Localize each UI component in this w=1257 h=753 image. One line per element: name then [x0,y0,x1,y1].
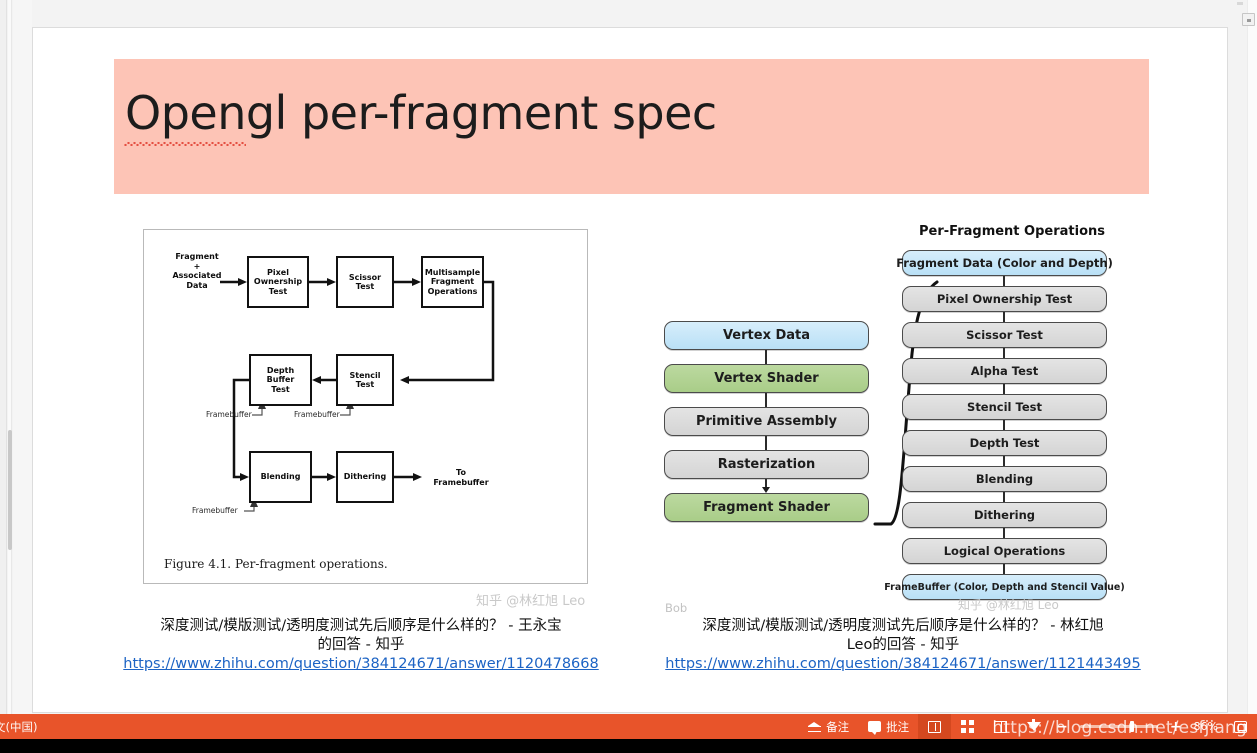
task-pane-toggle-button[interactable] [1242,13,1255,26]
right-stage-dithering: Dithering [902,502,1107,528]
right-pane-rail [1247,0,1257,722]
right-connector-8 [1003,528,1005,538]
right-pipeline-title: Per-Fragment Operations [919,224,1105,239]
language-indicator[interactable]: 文(中国) [0,719,37,735]
view-normal-button[interactable] [918,714,952,739]
notes-button[interactable]: 备注 [798,714,858,739]
right-stage-logical-operations: Logical Operations [902,538,1107,564]
slide-canvas[interactable]: Opengl per-fragment spec Fragment + Associ… [32,27,1228,713]
right-pane-tick [1237,2,1243,5]
fit-to-window-icon [1233,719,1248,734]
comment-icon [867,719,882,735]
right-connector-2 [1003,312,1005,322]
middle-stage-fragment-shader: Fragment Shader [664,493,869,522]
left-caption-line-2: 的回答 - 知乎 [317,636,405,653]
middle-pipeline: Vertex Data Vertex Shader Primitive Asse… [664,321,874,561]
right-caption-block: 深度测试/模版测试/透明度测试先后顺序是什么样的？ - 林红旭 Leo的回答 -… [653,617,1153,676]
right-pipeline: Fragment Data (Color and Depth) Pixel Ow… [884,250,1125,605]
left-caption-block: 深度测试/模版测试/透明度测试先后顺序是什么样的？ - 王永宝 的回答 - 知乎… [111,617,611,676]
slide-pane-gutter [13,0,32,722]
right-stage-fragment-data: Fragment Data (Color and Depth) [896,250,1113,276]
left-figure-output-label: To Framebuffer [433,468,489,487]
left-box-dithering: Dithering [336,451,394,503]
right-connector-1 [1003,276,1005,286]
page-title: Opengl per-fragment spec [125,86,717,140]
left-caption-line-1: 深度测试/模版测试/透明度测试先后顺序是什么样的？ - 王永宝 [160,618,562,634]
zoom-slider-thumb[interactable] [1129,721,1134,732]
left-figure-connectors [220,278,495,512]
middle-connector-2 [765,393,767,407]
zoom-in-button[interactable]: + [1164,714,1188,739]
right-connector-5 [1003,420,1005,430]
zoom-out-button[interactable]: − [1050,714,1074,739]
left-framebuffer-label-3: Framebuffer [192,506,238,515]
middle-figure-author-tag: Bob [665,601,688,615]
right-connector-9 [1003,564,1005,574]
right-connector-6 [1003,456,1005,466]
status-bar: 文(中国) 备注 批注 − [0,714,1257,739]
right-stage-alpha-test: Alpha Test [902,358,1107,384]
middle-stage-vertex-data: Vertex Data [664,321,869,350]
right-connector-3 [1003,348,1005,358]
outline-scroll-thumb[interactable] [8,430,12,550]
comments-button[interactable]: 批注 [858,714,918,739]
right-stage-stencil-test: Stencil Test [902,394,1107,420]
right-stage-framebuffer: FrameBuffer (Color, Depth and Stencil Va… [884,574,1125,600]
right-stage-blending: Blending [902,466,1107,492]
left-box-depth-buffer-test: Depth Buffer Test [249,354,312,406]
right-caption-link[interactable]: https://www.zhihu.com/question/384124671… [653,654,1153,676]
middle-stage-primitive-assembly: Primitive Assembly [664,407,869,436]
minus-icon: − [1056,718,1068,735]
slide-sorter-icon [960,719,975,734]
plus-icon: + [1169,718,1182,735]
bottom-black-bar [0,739,1257,753]
left-figure-caption: Figure 4.1. Per-fragment operations. [164,557,388,571]
middle-stage-rasterization: Rasterization [664,450,869,479]
view-reading-button[interactable] [984,714,1017,739]
middle-connector-3 [765,436,767,450]
right-stage-pixel-ownership-test: Pixel Ownership Test [902,286,1107,312]
right-stage-scissor-test: Scissor Test [902,322,1107,348]
zoom-level-label[interactable]: 86% [1188,714,1224,739]
outline-pane-rail [0,0,7,722]
left-figure-image[interactable]: Fragment + Associated Data Pixel Ownership Te… [143,229,588,584]
outline-pane-scrollbar[interactable] [8,0,12,722]
notes-label: 备注 [826,719,850,734]
left-caption-link[interactable]: https://www.zhihu.com/question/384124671… [111,654,611,676]
middle-connector-1 [765,350,767,364]
fit-to-window-button[interactable] [1224,714,1257,739]
left-box-blending: Blending [249,451,312,503]
left-figure-watermark: 知乎 @林红旭 Leo [476,594,586,609]
right-stage-depth-test: Depth Test [902,430,1107,456]
comments-label: 批注 [886,719,910,734]
right-connector-7 [1003,492,1005,502]
left-framebuffer-label-2: Framebuffer [294,410,340,419]
reading-view-icon [993,719,1008,734]
notes-icon [807,719,822,734]
powerpoint-window: Opengl per-fragment spec Fragment + Associ… [0,0,1257,753]
spellcheck-underline [124,142,246,146]
slide-show-icon [1026,719,1041,734]
right-caption-line-2: Leo的回答 - 知乎 [846,636,960,653]
normal-view-icon [927,719,942,734]
middle-stage-vertex-shader: Vertex Shader [664,364,869,393]
zoom-slider[interactable] [1074,714,1164,739]
view-slide-sorter-button[interactable] [951,714,984,739]
right-connector-4 [1003,384,1005,394]
right-caption-line-1: 深度测试/模版测试/透明度测试先后顺序是什么样的？ - 林红旭 [702,618,1104,634]
left-box-stencil-test: Stencil Test [336,354,394,406]
zoom-slider-track[interactable] [1079,721,1158,732]
view-slide-show-button[interactable] [1017,714,1050,739]
left-framebuffer-label-1: Framebuffer [206,410,252,419]
